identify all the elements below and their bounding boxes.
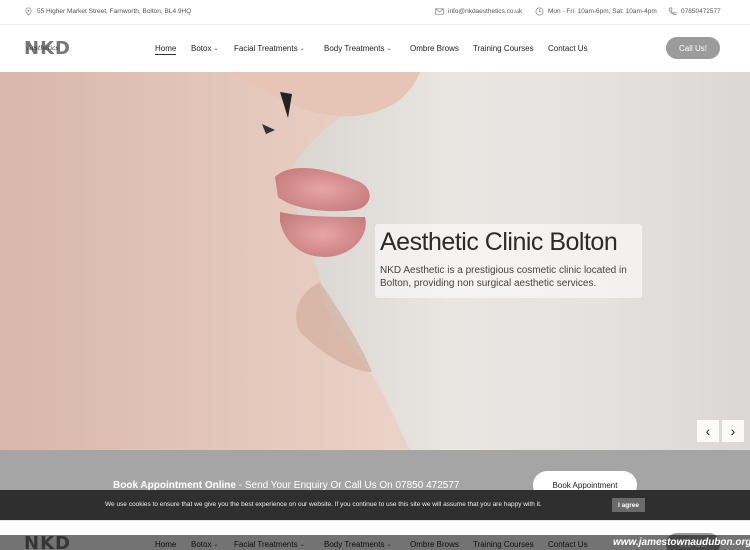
phone-icon (668, 7, 677, 16)
watermark-text: www.jamestownaudubon.org (613, 537, 750, 548)
chevron-down-icon: ⌄ (213, 46, 219, 52)
nav-botox-label: Botox (191, 44, 212, 53)
top-info-bar: 55 Higher Market Street, Farnworth, Bolt… (0, 0, 750, 25)
chevron-down-icon: ⌄ (386, 46, 392, 52)
hours-item: Mon - Fri: 10am-6pm, Sat: 10am-4pm (535, 7, 657, 16)
chevron-down-icon: ⌄ (299, 46, 305, 52)
email-link[interactable]: info@nkdaesthetics.co.uk (448, 8, 522, 15)
slider-next-button[interactable]: › (722, 420, 744, 442)
nav-ombre-label: Ombre Brows (410, 44, 459, 53)
nav-contact-us[interactable]: Contact Us (548, 44, 588, 53)
cookie-banner: We use cookies to ensure that we give yo… (0, 490, 750, 520)
call-us-button[interactable]: Call Us! (666, 37, 720, 59)
nav-facial-treatments[interactable]: Facial Treatments ⌄ (234, 44, 305, 53)
nav-home[interactable]: Home (155, 44, 177, 55)
cookie-agree-button[interactable]: I agree (612, 498, 645, 512)
cookie-text: We use cookies to ensure that we give yo… (105, 501, 542, 508)
phone-item[interactable]: 07850472577 (668, 7, 721, 16)
chevron-right-icon: › (730, 423, 736, 439)
email-item[interactable]: info@nkdaesthetics.co.uk (435, 7, 522, 16)
hero-slider: Aesthetic Clinic Bolton NKD Aesthetic is… (0, 72, 750, 450)
phone-link[interactable]: 07850472577 (681, 8, 721, 15)
clock-icon (535, 7, 544, 16)
hero-title: Aesthetic Clinic Bolton (380, 228, 618, 256)
nav-ombre-brows[interactable]: Ombre Brows (410, 44, 459, 53)
nav-training-courses[interactable]: Training Courses (473, 44, 534, 53)
nav-body-label: Body Treatments (324, 44, 385, 53)
hero-caption: Aesthetic Clinic Bolton NKD Aesthetic is… (375, 224, 642, 298)
site-logo-script: Aesthetics (27, 45, 59, 52)
nav-home-label: Home (155, 44, 177, 53)
nav-facial-label: Facial Treatments (234, 44, 298, 53)
hours-text: Mon - Fri: 10am-6pm, Sat: 10am-4pm (548, 8, 657, 15)
nav-body-treatments[interactable]: Body Treatments ⌄ (324, 44, 392, 53)
address-text: 55 Higher Market Street, Farnworth, Bolt… (37, 8, 192, 15)
nav-training-label: Training Courses (473, 44, 534, 53)
main-header: NKD Aesthetics Home Botox ⌄ Facial Treatm… (0, 25, 750, 72)
chevron-left-icon: ‹ (705, 423, 711, 439)
address-item: 55 Higher Market Street, Farnworth, Bolt… (24, 7, 191, 16)
nav-contact-label: Contact Us (548, 44, 588, 53)
hero-description: NKD Aesthetic is a prestigious cosmetic … (380, 265, 627, 289)
nav-botox[interactable]: Botox ⌄ (191, 44, 219, 53)
envelope-icon (435, 8, 444, 15)
booking-strip: Book Appointment Online - Send Your Enqu… (0, 450, 750, 499)
map-pin-icon (25, 7, 32, 16)
slider-prev-button[interactable]: ‹ (697, 420, 719, 442)
